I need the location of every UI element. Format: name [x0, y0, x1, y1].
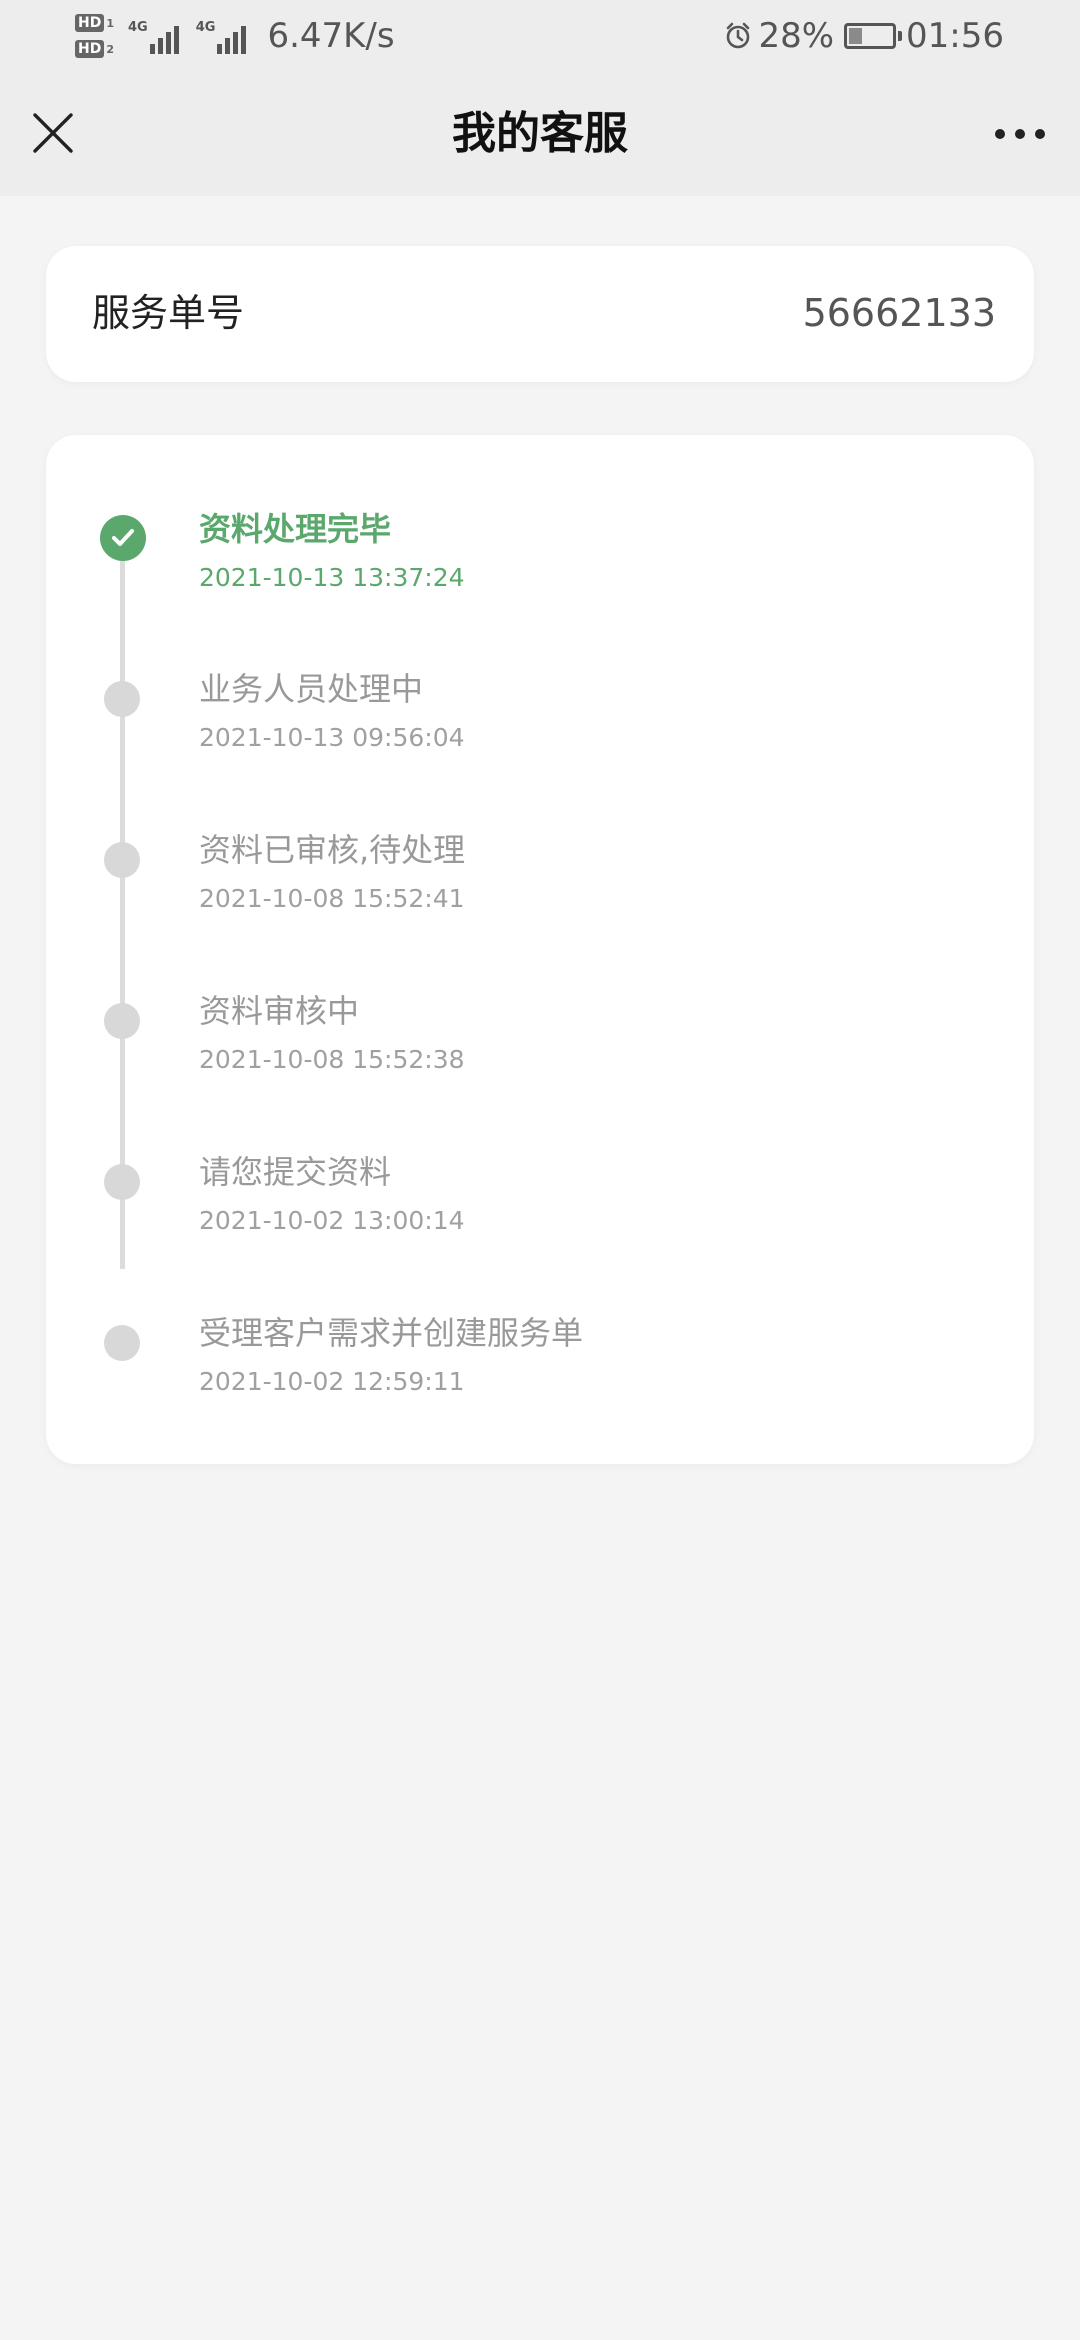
service-order-card: 服务单号 56662133 [46, 246, 1034, 382]
timeline-dot-icon [104, 681, 140, 717]
status-bar: HD 1 HD 2 4G 4G 6.47K/s 28% 01:56 [0, 0, 1080, 70]
signal-strength-icon: 4G [128, 18, 182, 54]
timeline-item-title: 资料处理完毕 [199, 510, 392, 548]
timeline-dot-icon [104, 842, 140, 878]
timeline-item: 资料已审核,待处理 2021-10-08 15:52:41 [46, 828, 1034, 948]
more-icon[interactable] [988, 106, 1052, 162]
timeline-dot-icon [104, 1325, 140, 1361]
status-bar-left: HD 1 HD 2 4G 4G 6.47K/s [75, 8, 395, 64]
timeline-item: 受理客户需求并创建服务单 2021-10-02 12:59:11 [46, 1311, 1034, 1431]
timeline-item: 资料处理完毕 2021-10-13 13:37:24 [46, 507, 1034, 627]
network-type-1: 4G [128, 20, 148, 35]
timeline-item-title: 资料已审核,待处理 [199, 831, 466, 869]
status-bar-right: 28% 01:56 [724, 8, 1004, 64]
service-order-label: 服务单号 [92, 291, 245, 335]
sim1-hd-badge: HD 1 [75, 14, 114, 32]
sim2-hd-label: HD [75, 40, 105, 58]
sim1-number: 1 [106, 16, 114, 30]
service-order-number: 56662133 [802, 291, 996, 335]
timeline-item: 业务人员处理中 2021-10-13 09:56:04 [46, 667, 1034, 787]
battery-level-fill [849, 28, 862, 44]
timeline-dot-icon [104, 1164, 140, 1200]
timeline-item-time: 2021-10-08 15:52:38 [199, 1045, 465, 1074]
timeline-item-time: 2021-10-08 15:52:41 [199, 884, 465, 913]
page-title: 我的客服 [452, 108, 628, 159]
network-type-2: 4G [195, 20, 216, 35]
timeline-item-time: 2021-10-13 13:37:24 [199, 563, 465, 592]
network-speed: 6.47K/s [267, 16, 395, 56]
timeline-item: 资料审核中 2021-10-08 15:52:38 [46, 989, 1034, 1109]
battery-percent: 28% [758, 16, 835, 56]
timeline-item-time: 2021-10-13 09:56:04 [199, 723, 465, 752]
clock: 01:56 [906, 16, 1004, 56]
title-bar: 我的客服 [0, 70, 1080, 196]
sim1-hd-label: HD [75, 14, 105, 32]
timeline-item-title: 请您提交资料 [199, 1153, 392, 1191]
timeline-item-title: 资料审核中 [199, 992, 360, 1030]
timeline-item-title: 业务人员处理中 [199, 670, 424, 708]
alarm-icon [727, 22, 750, 49]
sim2-number: 2 [106, 42, 114, 56]
sim2-hd-badge: HD 2 [75, 40, 114, 58]
signal-strength-icon-2: 4G [196, 18, 250, 54]
timeline-item-time: 2021-10-02 12:59:11 [199, 1367, 465, 1396]
battery-icon [844, 23, 903, 49]
progress-timeline-card: 资料处理完毕 2021-10-13 13:37:24 业务人员处理中 2021-… [46, 435, 1034, 1464]
check-circle-icon [100, 515, 146, 561]
timeline-dot-icon [104, 1003, 140, 1039]
timeline-item-title: 受理客户需求并创建服务单 [199, 1314, 584, 1352]
sim-indicators: HD 1 HD 2 [75, 14, 114, 58]
timeline-item-time: 2021-10-02 13:00:14 [199, 1206, 465, 1235]
timeline-item: 请您提交资料 2021-10-02 13:00:14 [46, 1150, 1034, 1270]
